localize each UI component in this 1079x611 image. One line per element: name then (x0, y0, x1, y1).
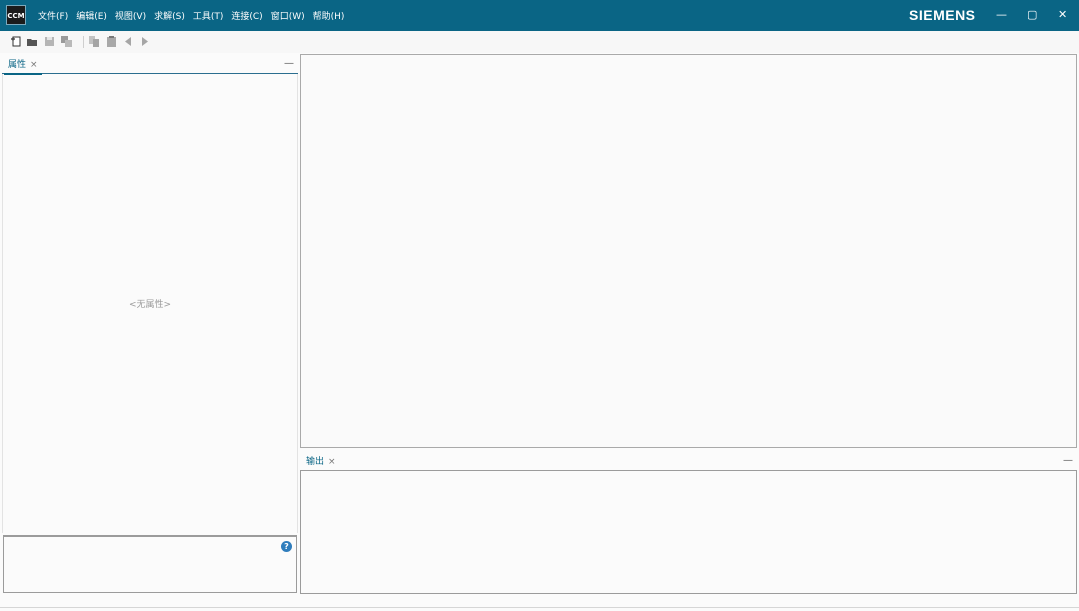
menu-help[interactable]: 帮助(H) (313, 9, 345, 22)
open-folder-icon[interactable] (27, 36, 38, 47)
description-panel: ? (3, 535, 297, 593)
menu-view[interactable]: 视图(V) (115, 9, 146, 22)
minimize-panel-button[interactable]: — (284, 58, 294, 69)
properties-tab-header: 属性 × — (2, 57, 298, 75)
window-close-button[interactable]: ✕ (1058, 8, 1067, 21)
new-file-icon[interactable] (11, 36, 22, 47)
close-icon[interactable]: × (30, 60, 38, 70)
output-panel: 输出 × — (300, 454, 1077, 594)
menu-file[interactable]: 文件(F) (38, 9, 68, 22)
close-icon[interactable]: × (328, 457, 336, 467)
help-icon[interactable]: ? (281, 541, 292, 552)
brand-logo: SIEMENS (909, 7, 976, 23)
menu-edit[interactable]: 编辑(E) (76, 9, 107, 22)
empty-properties-text: <无属性> (128, 300, 172, 310)
output-tab-header: 输出 × — (300, 454, 1077, 472)
forward-arrow-icon[interactable] (139, 36, 150, 47)
save-icon[interactable] (44, 36, 55, 47)
minimize-output-button[interactable]: — (1063, 455, 1073, 466)
app-logo: CCM (6, 5, 26, 25)
menu-connect[interactable]: 连接(C) (231, 9, 262, 22)
save-all-icon[interactable] (61, 36, 72, 47)
window-maximize-button[interactable]: ▢ (1027, 8, 1037, 21)
window-minimize-button[interactable]: — (996, 8, 1007, 21)
properties-panel: 属性 × — <无属性> (2, 57, 298, 533)
tab-output-label: 输出 (306, 457, 325, 467)
tab-properties[interactable]: 属性 × (4, 57, 42, 75)
back-arrow-icon[interactable] (123, 36, 134, 47)
tab-properties-label: 属性 (8, 60, 27, 70)
copy-icon[interactable] (89, 36, 100, 47)
menu-bar: 文件(F) 编辑(E) 视图(V) 求解(S) 工具(T) 连接(C) 窗口(W… (38, 9, 344, 22)
output-content[interactable] (300, 470, 1077, 594)
toolbar (0, 31, 1079, 53)
menu-tools[interactable]: 工具(T) (193, 9, 224, 22)
paste-icon[interactable] (106, 36, 117, 47)
menu-window[interactable]: 窗口(W) (271, 9, 305, 22)
toolbar-separator (83, 36, 84, 48)
title-bar: CCM 文件(F) 编辑(E) 视图(V) 求解(S) 工具(T) 连接(C) … (0, 0, 1079, 31)
menu-solve[interactable]: 求解(S) (154, 9, 185, 22)
main-workspace[interactable] (300, 54, 1077, 448)
status-divider (0, 607, 1079, 608)
